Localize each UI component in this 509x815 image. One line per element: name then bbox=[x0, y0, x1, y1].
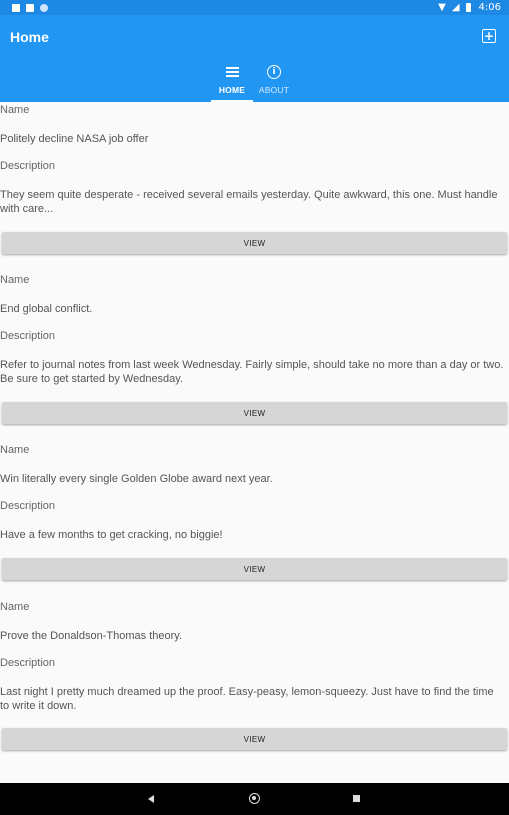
name-label: Name bbox=[0, 601, 30, 613]
item-name: Politely decline NASA job offer bbox=[0, 133, 149, 145]
description-label: Description bbox=[0, 160, 56, 172]
view-button[interactable]: VIEW bbox=[2, 402, 507, 424]
system-nav-bar bbox=[0, 783, 509, 815]
home-icon[interactable] bbox=[249, 793, 260, 804]
name-label: Name bbox=[0, 104, 30, 116]
tab-bar: HOME i ABOUT bbox=[211, 63, 295, 102]
item-name: Prove the Donaldson-Thomas theory. bbox=[0, 630, 182, 642]
name-label: Name bbox=[0, 444, 30, 456]
status-notifications bbox=[12, 3, 48, 12]
info-icon: i bbox=[267, 65, 281, 79]
menu-icon bbox=[225, 67, 239, 77]
status-time: 4:06 bbox=[478, 2, 501, 13]
back-icon[interactable] bbox=[148, 795, 154, 803]
wifi-icon: ▼ bbox=[438, 2, 446, 13]
recent-apps-icon[interactable] bbox=[353, 795, 360, 802]
item-description: They seem quite desperate - received sev… bbox=[0, 189, 498, 215]
view-button[interactable]: VIEW bbox=[2, 232, 507, 254]
item-description: Last night I pretty much dreamed up the … bbox=[0, 686, 494, 712]
name-label: Name bbox=[0, 274, 30, 286]
status-system: ▼ ◢ 4:06 bbox=[438, 2, 501, 13]
sd-card-icon bbox=[26, 3, 34, 12]
item-name: End global conflict. bbox=[0, 303, 93, 315]
item-description: Have a few months to get cracking, no bi… bbox=[0, 529, 223, 541]
tab-home[interactable]: HOME bbox=[211, 63, 253, 102]
tab-home-label: HOME bbox=[218, 85, 246, 95]
page-title: Home bbox=[10, 29, 49, 45]
tab-about[interactable]: i ABOUT bbox=[253, 63, 295, 102]
view-button[interactable]: VIEW bbox=[2, 558, 507, 580]
item-description: Refer to journal notes from last week We… bbox=[0, 359, 504, 385]
notification-icon bbox=[12, 3, 20, 12]
description-label: Description bbox=[0, 330, 56, 342]
status-bar: ▼ ◢ 4:06 bbox=[0, 0, 509, 15]
add-item-button[interactable]: + bbox=[482, 29, 496, 43]
item-name: Win literally every single Golden Globe … bbox=[0, 473, 273, 485]
signal-icon: ◢ bbox=[451, 2, 460, 13]
battery-icon bbox=[465, 3, 471, 12]
description-label: Description bbox=[0, 500, 56, 512]
app-bar: Home + HOME i ABOUT bbox=[0, 15, 509, 102]
sync-icon bbox=[40, 3, 48, 12]
item-list[interactable]: Name Politely decline NASA job offer Des… bbox=[0, 102, 509, 783]
description-label: Description bbox=[0, 657, 56, 669]
tab-about-label: ABOUT bbox=[258, 85, 290, 95]
add-box-icon: + bbox=[483, 29, 495, 43]
view-button[interactable]: VIEW bbox=[2, 728, 507, 750]
